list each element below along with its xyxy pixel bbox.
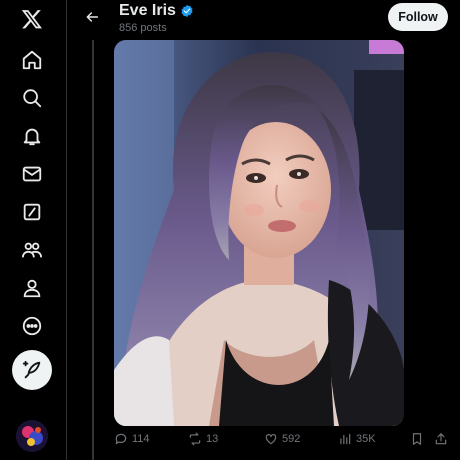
- notifications-icon[interactable]: [13, 117, 51, 155]
- share-button[interactable]: [434, 432, 448, 446]
- views-button[interactable]: 35K: [338, 432, 376, 446]
- compose-post-button[interactable]: [12, 350, 52, 390]
- home-icon[interactable]: [13, 41, 51, 79]
- share-icon: [435, 433, 447, 445]
- verified-badge-icon: [181, 4, 193, 18]
- bookmark-icon: [412, 433, 422, 445]
- arrow-left-icon: [86, 12, 99, 22]
- reply-count: 114: [132, 433, 150, 445]
- post-actions: 114 13 592 35K: [108, 432, 460, 452]
- like-button[interactable]: 592: [264, 432, 300, 446]
- follow-button[interactable]: Follow: [388, 3, 448, 31]
- account-avatar[interactable]: [16, 420, 48, 452]
- compose-icon: [22, 360, 41, 379]
- left-sidebar: [0, 0, 66, 460]
- profile-icon[interactable]: [13, 269, 51, 307]
- messages-icon[interactable]: [13, 155, 51, 193]
- x-logo-icon[interactable]: [13, 0, 51, 38]
- repost-button[interactable]: 13: [188, 432, 218, 446]
- repost-count: 13: [206, 433, 219, 445]
- like-count: 592: [282, 433, 301, 445]
- bookmark-button[interactable]: [410, 432, 424, 446]
- analytics-icon: [340, 433, 351, 445]
- reply-button[interactable]: 114: [114, 432, 150, 446]
- view-count: 35K: [356, 433, 376, 445]
- reply-icon: [115, 433, 127, 445]
- post-count: 856 posts: [119, 22, 167, 34]
- post-image[interactable]: [114, 40, 404, 426]
- profile-header: Eve Iris 856 posts Follow: [67, 0, 460, 40]
- profile-name: Eve Iris: [119, 2, 176, 19]
- grok-icon[interactable]: [13, 193, 51, 231]
- back-button[interactable]: [77, 4, 107, 30]
- repost-icon: [189, 432, 201, 446]
- more-icon[interactable]: [13, 307, 51, 345]
- communities-icon[interactable]: [13, 231, 51, 269]
- thread-line: [92, 40, 94, 460]
- heart-icon: [265, 434, 277, 445]
- search-icon[interactable]: [13, 79, 51, 117]
- sidebar-divider: [66, 0, 67, 460]
- title-row: Eve Iris: [119, 2, 194, 20]
